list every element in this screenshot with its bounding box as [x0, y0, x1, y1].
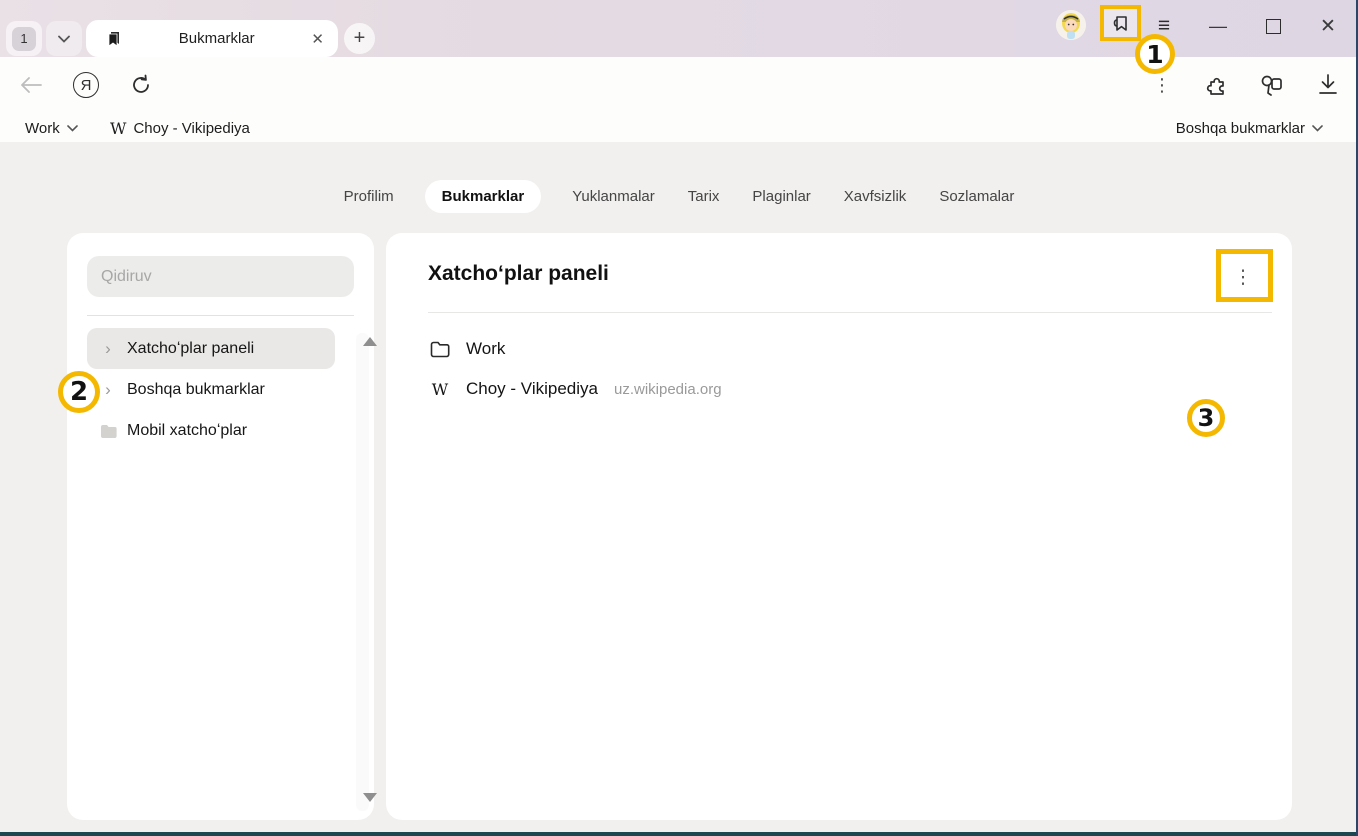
folder-tree: › Xatchoʻplar paneli › Boshqa bukmarklar… [87, 328, 335, 451]
wikipedia-favicon-icon: W [110, 119, 126, 138]
folder-tree-label: Xatchoʻplar paneli [127, 340, 254, 358]
maximize-button[interactable] [1259, 12, 1287, 40]
download-icon [1318, 74, 1338, 96]
minimize-button[interactable]: — [1204, 12, 1232, 40]
settings-nav-tabs: Profilim Bukmarklar Yuklanmalar Tarix Pl… [0, 180, 1358, 213]
row-label: Work [466, 339, 505, 359]
scroll-down-arrow[interactable] [363, 793, 377, 802]
reload-icon [130, 74, 152, 96]
page-content: Profilim Bukmarklar Yuklanmalar Tarix Pl… [0, 142, 1358, 832]
close-window-button[interactable]: ✕ [1314, 12, 1342, 40]
titlebar: 1 Bukmarklar ✕ + [0, 0, 1358, 57]
back-button[interactable] [17, 71, 45, 99]
folder-outline-icon [428, 341, 452, 358]
toolbar-more-button[interactable]: ⋮ [1148, 71, 1176, 99]
yandex-logo-icon: Я [73, 72, 99, 98]
divider [87, 315, 354, 316]
tab-counter-button[interactable]: 1 [6, 21, 42, 56]
tab-plaginlar[interactable]: Plaginlar [750, 180, 812, 213]
bookmark-list: Work W Choy - Vikipediya uz.wikipedia.or… [428, 329, 1272, 409]
folder-tree-label: Boshqa bukmarklar [127, 381, 265, 399]
bookmark-label: Choy - Vikipediya [133, 120, 249, 137]
puzzle-icon [1204, 73, 1228, 97]
chevron-down-icon [67, 125, 78, 132]
bookmark-row-work[interactable]: Work [428, 329, 1272, 369]
new-tab-button[interactable]: + [344, 23, 375, 54]
folder-actions-menu-button[interactable]: ⋮ [1233, 259, 1253, 295]
window-bottom-edge [0, 832, 1358, 836]
active-tab[interactable]: Bukmarklar ✕ [86, 20, 338, 57]
tab-yuklanmalar[interactable]: Yuklanmalar [570, 180, 657, 213]
bookmarks-favicon-icon [106, 31, 122, 47]
profile-avatar[interactable] [1056, 10, 1086, 40]
tab-list-dropdown-button[interactable] [46, 21, 82, 56]
row-url: uz.wikipedia.org [614, 381, 722, 398]
reload-button[interactable] [127, 71, 155, 99]
annotation-step-1: 1 [1135, 34, 1175, 74]
scrollbar-track[interactable] [356, 333, 369, 811]
bookmark-row-choy[interactable]: W Choy - Vikipediya uz.wikipedia.org [428, 369, 1272, 409]
tab-xavfsizlik[interactable]: Xavfsizlik [842, 180, 909, 213]
bookmarks-bar: Work W Choy - Vikipediya Boshqa bukmarkl… [0, 113, 1358, 142]
bookmarks-main-panel: Xatchoʻplar paneli ⋮ Work W Choy - Vikip… [386, 233, 1292, 820]
tab-sozlamalar[interactable]: Sozlamalar [937, 180, 1016, 213]
annotation-step-3: 3 [1187, 399, 1225, 437]
minimize-icon: — [1209, 16, 1227, 37]
folder-tree-label: Mobil xatchoʻplar [127, 422, 247, 440]
bookmarks-sidebar-panel: › Xatchoʻplar paneli › Boshqa bukmarklar… [67, 233, 374, 820]
tab-profilim[interactable]: Profilim [342, 180, 396, 213]
other-bookmarks-label: Boshqa bukmarklar [1176, 120, 1305, 137]
password-manager-button[interactable] [1257, 71, 1285, 99]
annotation-highlight-box-1 [1100, 5, 1141, 41]
maximize-icon [1266, 19, 1281, 34]
browser-window: 1 Bukmarklar ✕ + [0, 0, 1358, 836]
sidebar-item-boshqa-bukmarklar[interactable]: › Boshqa bukmarklar [87, 369, 335, 410]
folder-label: Work [25, 120, 60, 137]
tab-bukmarklar[interactable]: Bukmarklar [425, 180, 542, 213]
sidebar-item-xatchoplar-paneli[interactable]: › Xatchoʻplar paneli [87, 328, 335, 369]
yandex-home-button[interactable]: Я [72, 71, 100, 99]
scroll-up-arrow[interactable] [363, 337, 377, 346]
bookmarks-bar-folder-work[interactable]: Work [25, 115, 78, 141]
chevron-right-icon[interactable]: › [99, 339, 117, 359]
divider [428, 312, 1272, 313]
row-label: Choy - Vikipediya [466, 379, 598, 399]
key-icon [1258, 73, 1284, 97]
bookmarks-bar-item-choy[interactable]: W Choy - Vikipediya [110, 115, 250, 141]
search-input[interactable] [87, 256, 354, 297]
kebab-icon: ⋮ [1234, 266, 1253, 289]
bookmarks-panel-icon[interactable] [1110, 12, 1132, 34]
back-arrow-icon [20, 77, 42, 93]
folder-icon [99, 424, 117, 438]
tab-count: 1 [12, 27, 36, 51]
chevron-down-icon [58, 35, 70, 43]
chevron-right-icon[interactable]: › [99, 380, 117, 400]
extensions-button[interactable] [1202, 71, 1230, 99]
annotation-step-2: 2 [58, 371, 100, 413]
other-bookmarks-button[interactable]: Boshqa bukmarklar [1176, 115, 1323, 141]
downloads-button[interactable] [1314, 71, 1342, 99]
sidebar-item-mobil-xatchoplar[interactable]: Mobil xatchoʻplar [87, 410, 335, 451]
tab-tarix[interactable]: Tarix [686, 180, 722, 213]
close-icon: ✕ [1320, 15, 1336, 38]
chevron-down-icon [1312, 125, 1323, 132]
wikipedia-favicon-icon: W [428, 380, 452, 399]
kebab-icon: ⋮ [1153, 75, 1171, 96]
panel-title: Xatchoʻplar paneli [428, 262, 609, 286]
tab-title: Bukmarklar [122, 30, 311, 47]
tab-close-icon[interactable]: ✕ [311, 30, 324, 48]
